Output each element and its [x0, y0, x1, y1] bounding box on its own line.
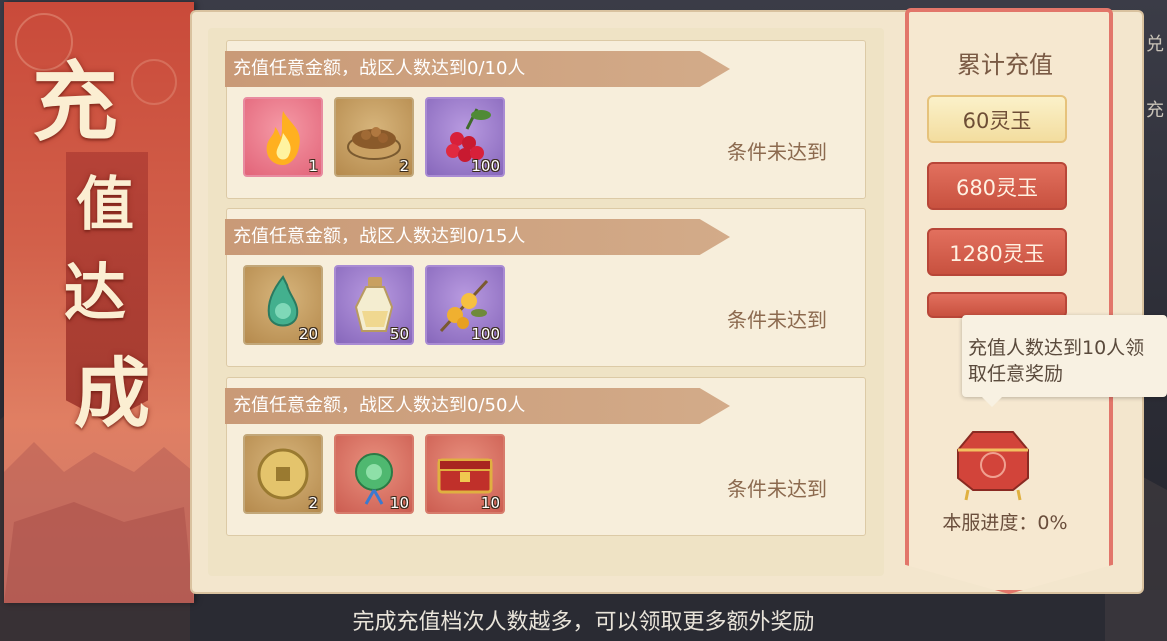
recharge-panel-title: 累计充值	[957, 51, 1053, 79]
tier-status: 条件未达到	[727, 140, 827, 164]
banner-char-3: 达	[64, 256, 127, 329]
side-tab-char-1: 兑	[1146, 34, 1164, 55]
server-progress: 本服进度：0%	[905, 508, 1105, 535]
reward-item[interactable]: 100	[425, 265, 505, 345]
tier-status: 条件未达到	[727, 308, 827, 332]
reward-item[interactable]: 2	[243, 434, 323, 514]
item-count: 10	[389, 494, 409, 512]
item-count: 1	[308, 157, 318, 175]
footer-hint: 完成充值档次人数越多，可以领取更多额外奖励	[352, 610, 815, 635]
reward-item[interactable]: 100	[425, 97, 505, 177]
reward-item[interactable]: 50	[334, 265, 414, 345]
reward-item[interactable]: 10	[425, 434, 505, 514]
item-count: 2	[308, 494, 318, 512]
banner-char-1: 充	[32, 52, 118, 153]
recharge-option-680[interactable]: 680灵玉	[927, 162, 1067, 210]
reward-tier-3: 充值任意金额，战区人数达到0/50人 2 10 10 条件未达到	[225, 377, 866, 536]
reward-item[interactable]: 10	[334, 434, 414, 514]
reward-item[interactable]: 2	[334, 97, 414, 177]
item-count: 100	[471, 157, 500, 175]
banner-char-2: 值	[76, 170, 135, 238]
server-progress-label: 本服进度：	[942, 512, 1038, 534]
reward-item[interactable]: 20	[243, 265, 323, 345]
server-reward-chest-icon[interactable]	[948, 420, 1038, 502]
reward-tier-2: 充值任意金额，战区人数达到0/15人 20 50 100 条件未达到	[225, 208, 866, 367]
rule-tooltip: 充值人数达到10人领 取任意奖励	[962, 315, 1167, 407]
reward-item[interactable]: 1	[243, 97, 323, 177]
tier-condition-header: 充值任意金额，战区人数达到0/15人	[225, 219, 730, 255]
tooltip-line-1: 充值人数达到10人领	[968, 337, 1145, 359]
side-tab[interactable]: 兑 充	[1143, 30, 1167, 150]
tier-condition-header: 充值任意金额，战区人数达到0/10人	[225, 51, 730, 87]
server-progress-value: 0%	[1037, 512, 1068, 534]
side-tab-char-2: 充	[1146, 100, 1164, 121]
reward-tier-1: 充值任意金额，战区人数达到0/10人 1 2 100 条件未达到	[225, 40, 866, 199]
item-count: 10	[480, 494, 500, 512]
item-count: 20	[298, 325, 318, 343]
item-count: 100	[471, 325, 500, 343]
event-title-banner: 充 值 达 成	[4, 2, 194, 603]
recharge-option-60[interactable]: 60灵玉	[927, 95, 1067, 143]
banner-char-4: 成	[74, 349, 150, 438]
recharge-option-1280[interactable]: 1280灵玉	[927, 228, 1067, 276]
item-count: 2	[399, 157, 409, 175]
tier-status: 条件未达到	[727, 477, 827, 501]
tooltip-line-2: 取任意奖励	[968, 363, 1064, 385]
item-count: 50	[389, 325, 409, 343]
tier-condition-header: 充值任意金额，战区人数达到0/50人	[225, 388, 730, 424]
